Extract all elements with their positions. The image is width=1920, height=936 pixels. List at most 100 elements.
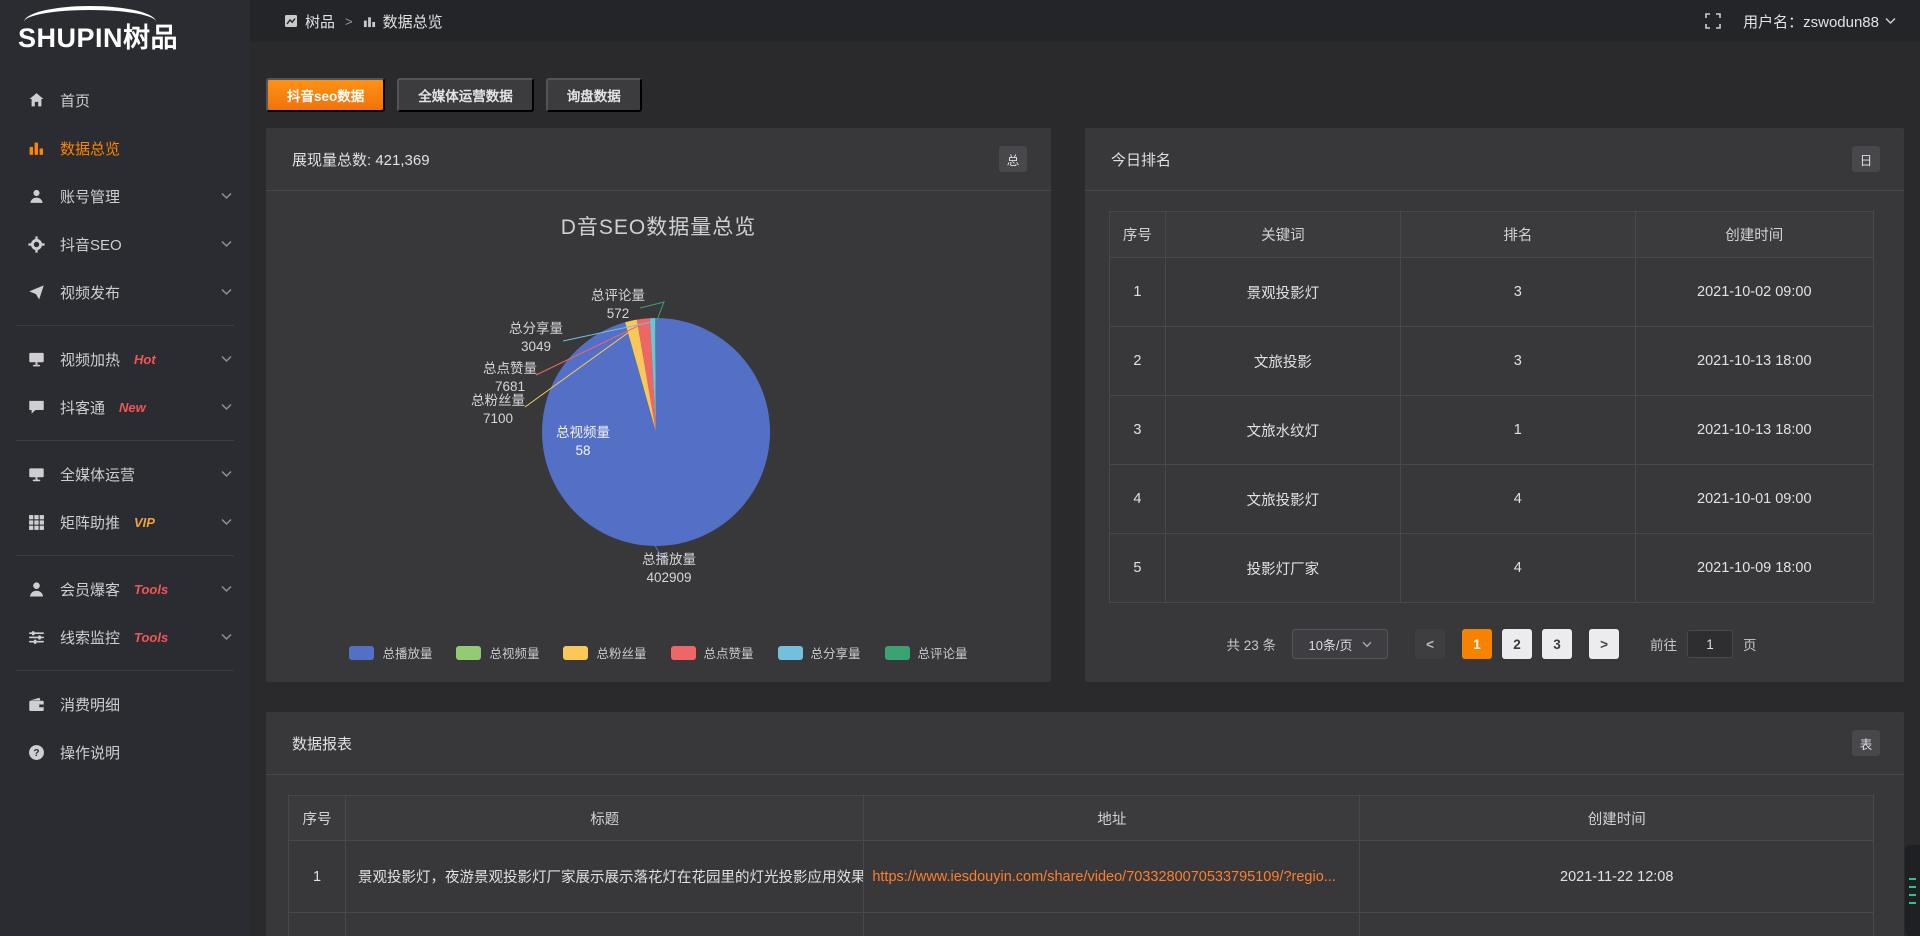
table-row-partial [289, 913, 1874, 936]
report-panel: 数据报表 表 序号标题地址创建时间 1景观投影灯，夜游景观投影灯厂家展示展示落花… [266, 712, 1904, 936]
pagination-total: 共 23 条 [1226, 634, 1276, 654]
report-button[interactable]: 表 [1852, 730, 1880, 756]
pie-label-value: 3049 [471, 338, 601, 356]
pie-label-name: 总点赞量 [445, 360, 575, 378]
sidebar-item-label: 视频加热 [60, 349, 120, 370]
sidebar-item-9[interactable]: 全媒体运营 [0, 450, 250, 498]
sidebar-item-0[interactable]: 首页 [0, 76, 250, 124]
sidebar-item-7[interactable]: 抖客通New [0, 383, 250, 431]
column-header: 关键词 [1165, 212, 1400, 258]
username-label: 用户名：zswodun88 [1743, 11, 1879, 32]
pie-label-name: 总分享量 [471, 320, 601, 338]
table-row: 1景观投影灯，夜游景观投影灯厂家展示展示落花灯在花园里的灯光投影应用效果 #ht… [289, 841, 1874, 913]
chevron-down-icon [221, 192, 232, 200]
sidebar-item-label: 首页 [60, 90, 90, 111]
fullscreen-icon[interactable] [1705, 13, 1721, 29]
sidebar-item-12[interactable]: 会员爆客Tools [0, 565, 250, 613]
page-button-1[interactable]: 1 [1462, 629, 1492, 659]
page-button-3[interactable]: 3 [1542, 629, 1572, 659]
sidebar-item-16[interactable]: ? 操作说明 [0, 728, 250, 776]
chevron-down-icon [221, 633, 232, 641]
sidebar-divider [16, 555, 234, 556]
legend-swatch [563, 646, 588, 660]
sidebar-item-2[interactable]: 账号管理 [0, 172, 250, 220]
sidebar-item-15[interactable]: 消费明细 [0, 680, 250, 728]
breadcrumb-current[interactable]: 数据总览 [363, 11, 443, 32]
table-cell: 1 [1110, 258, 1166, 327]
send-icon [28, 284, 45, 301]
next-page-button[interactable]: > [1589, 629, 1619, 659]
column-header: 标题 [346, 796, 864, 841]
legend-item[interactable]: 总点赞量 [671, 643, 754, 662]
column-header: 排名 [1401, 212, 1636, 258]
user-menu[interactable]: 用户名：zswodun88 [1743, 11, 1896, 32]
table-cell [864, 913, 1360, 936]
sidebar-divider [16, 440, 234, 441]
sidebar-divider [16, 670, 234, 671]
page-button-2[interactable]: 2 [1502, 629, 1532, 659]
legend-item[interactable]: 总评论量 [885, 643, 968, 662]
report-table: 序号标题地址创建时间 1景观投影灯，夜游景观投影灯厂家展示展示落花灯在花园里的灯… [288, 795, 1874, 936]
legend-item[interactable]: 总分享量 [778, 643, 861, 662]
overview-total-label: 展现量总数: 421,369 [292, 149, 430, 170]
table-cell: 2021-11-22 12:08 [1360, 841, 1874, 913]
prev-page-button[interactable]: < [1415, 629, 1445, 659]
legend-label: 总点赞量 [704, 643, 754, 662]
video-link[interactable]: https://www.iesdouyin.com/share/video/70… [864, 841, 1360, 913]
table-cell: 文旅投影灯 [1165, 465, 1400, 534]
sidebar-item-3[interactable]: 抖音SEO [0, 220, 250, 268]
chevron-down-icon [221, 240, 232, 248]
overview-panel: 展现量总数: 421,369 总 D音SEO数据量总览 总播放量402909总视… [266, 128, 1051, 682]
pie-label-5: 总评论量572 [553, 287, 683, 323]
pie-label-3: 总点赞量7681 [445, 360, 575, 396]
svg-text:?: ? [33, 748, 39, 759]
breadcrumb-label: 数据总览 [383, 11, 443, 32]
user-icon [28, 188, 45, 205]
pie-label-1: 总视频量58 [518, 424, 648, 460]
sidebar-item-label: 操作说明 [60, 742, 120, 763]
table-cell: 2021-10-02 09:00 [1635, 258, 1873, 327]
chat-icon [28, 399, 45, 416]
legend-label: 总播放量 [382, 643, 432, 662]
grid-icon [28, 514, 45, 531]
legend-label: 总分享量 [811, 643, 861, 662]
sidebar-item-1[interactable]: 数据总览 [0, 124, 250, 172]
chevron-down-icon [221, 518, 232, 526]
bar-chart-icon [363, 15, 376, 28]
sidebar-item-13[interactable]: 线索监控Tools [0, 613, 250, 661]
sidebar-badge: Tools [134, 582, 168, 597]
table-cell: 2021-10-09 18:00 [1635, 534, 1873, 603]
breadcrumb-label: 树品 [305, 11, 335, 32]
sidebar-item-6[interactable]: 视频加热 Hot [0, 335, 250, 383]
column-header: 序号 [1110, 212, 1166, 258]
overview-total-button[interactable]: 总 [999, 146, 1027, 172]
table-row: 4文旅投影灯42021-10-01 09:00 [1110, 465, 1874, 534]
legend-item[interactable]: 总视频量 [456, 643, 539, 662]
pagination: 共 23 条 10条/页 < 123 > 前往 页 [1109, 629, 1874, 659]
table-cell: 文旅水纹灯 [1165, 396, 1400, 465]
today-ranking-button[interactable]: 日 [1852, 146, 1880, 172]
tab-1[interactable]: 全媒体运营数据 [397, 78, 534, 112]
floating-contact-widget[interactable] [1905, 845, 1920, 936]
sidebar-item-label: 视频发布 [60, 282, 120, 303]
legend-item[interactable]: 总粉丝量 [563, 643, 646, 662]
page-size-select[interactable]: 10条/页 [1292, 629, 1388, 659]
pie-label-name: 总播放量 [604, 551, 734, 569]
table-cell: 2 [1110, 327, 1166, 396]
app-logo: SHUPIN树品 [0, 0, 250, 62]
sidebar-badge: Hot [134, 352, 156, 367]
legend-label: 总评论量 [918, 643, 968, 662]
table-cell: 1 [289, 841, 346, 913]
chart-icon [28, 140, 45, 157]
tab-2[interactable]: 询盘数据 [546, 78, 642, 112]
pie-label-value: 7681 [445, 378, 575, 396]
sidebar-item-label: 账号管理 [60, 186, 120, 207]
legend-item[interactable]: 总播放量 [349, 643, 432, 662]
tab-0[interactable]: 抖音seo数据 [266, 78, 385, 112]
sidebar-item-10[interactable]: 矩阵助推VIP [0, 498, 250, 546]
gear-icon [28, 236, 45, 253]
sidebar-badge: Tools [134, 630, 168, 645]
breadcrumb-home[interactable]: 树品 [284, 11, 335, 32]
goto-page-input[interactable] [1687, 630, 1733, 658]
sidebar-item-4[interactable]: 视频发布 [0, 268, 250, 316]
